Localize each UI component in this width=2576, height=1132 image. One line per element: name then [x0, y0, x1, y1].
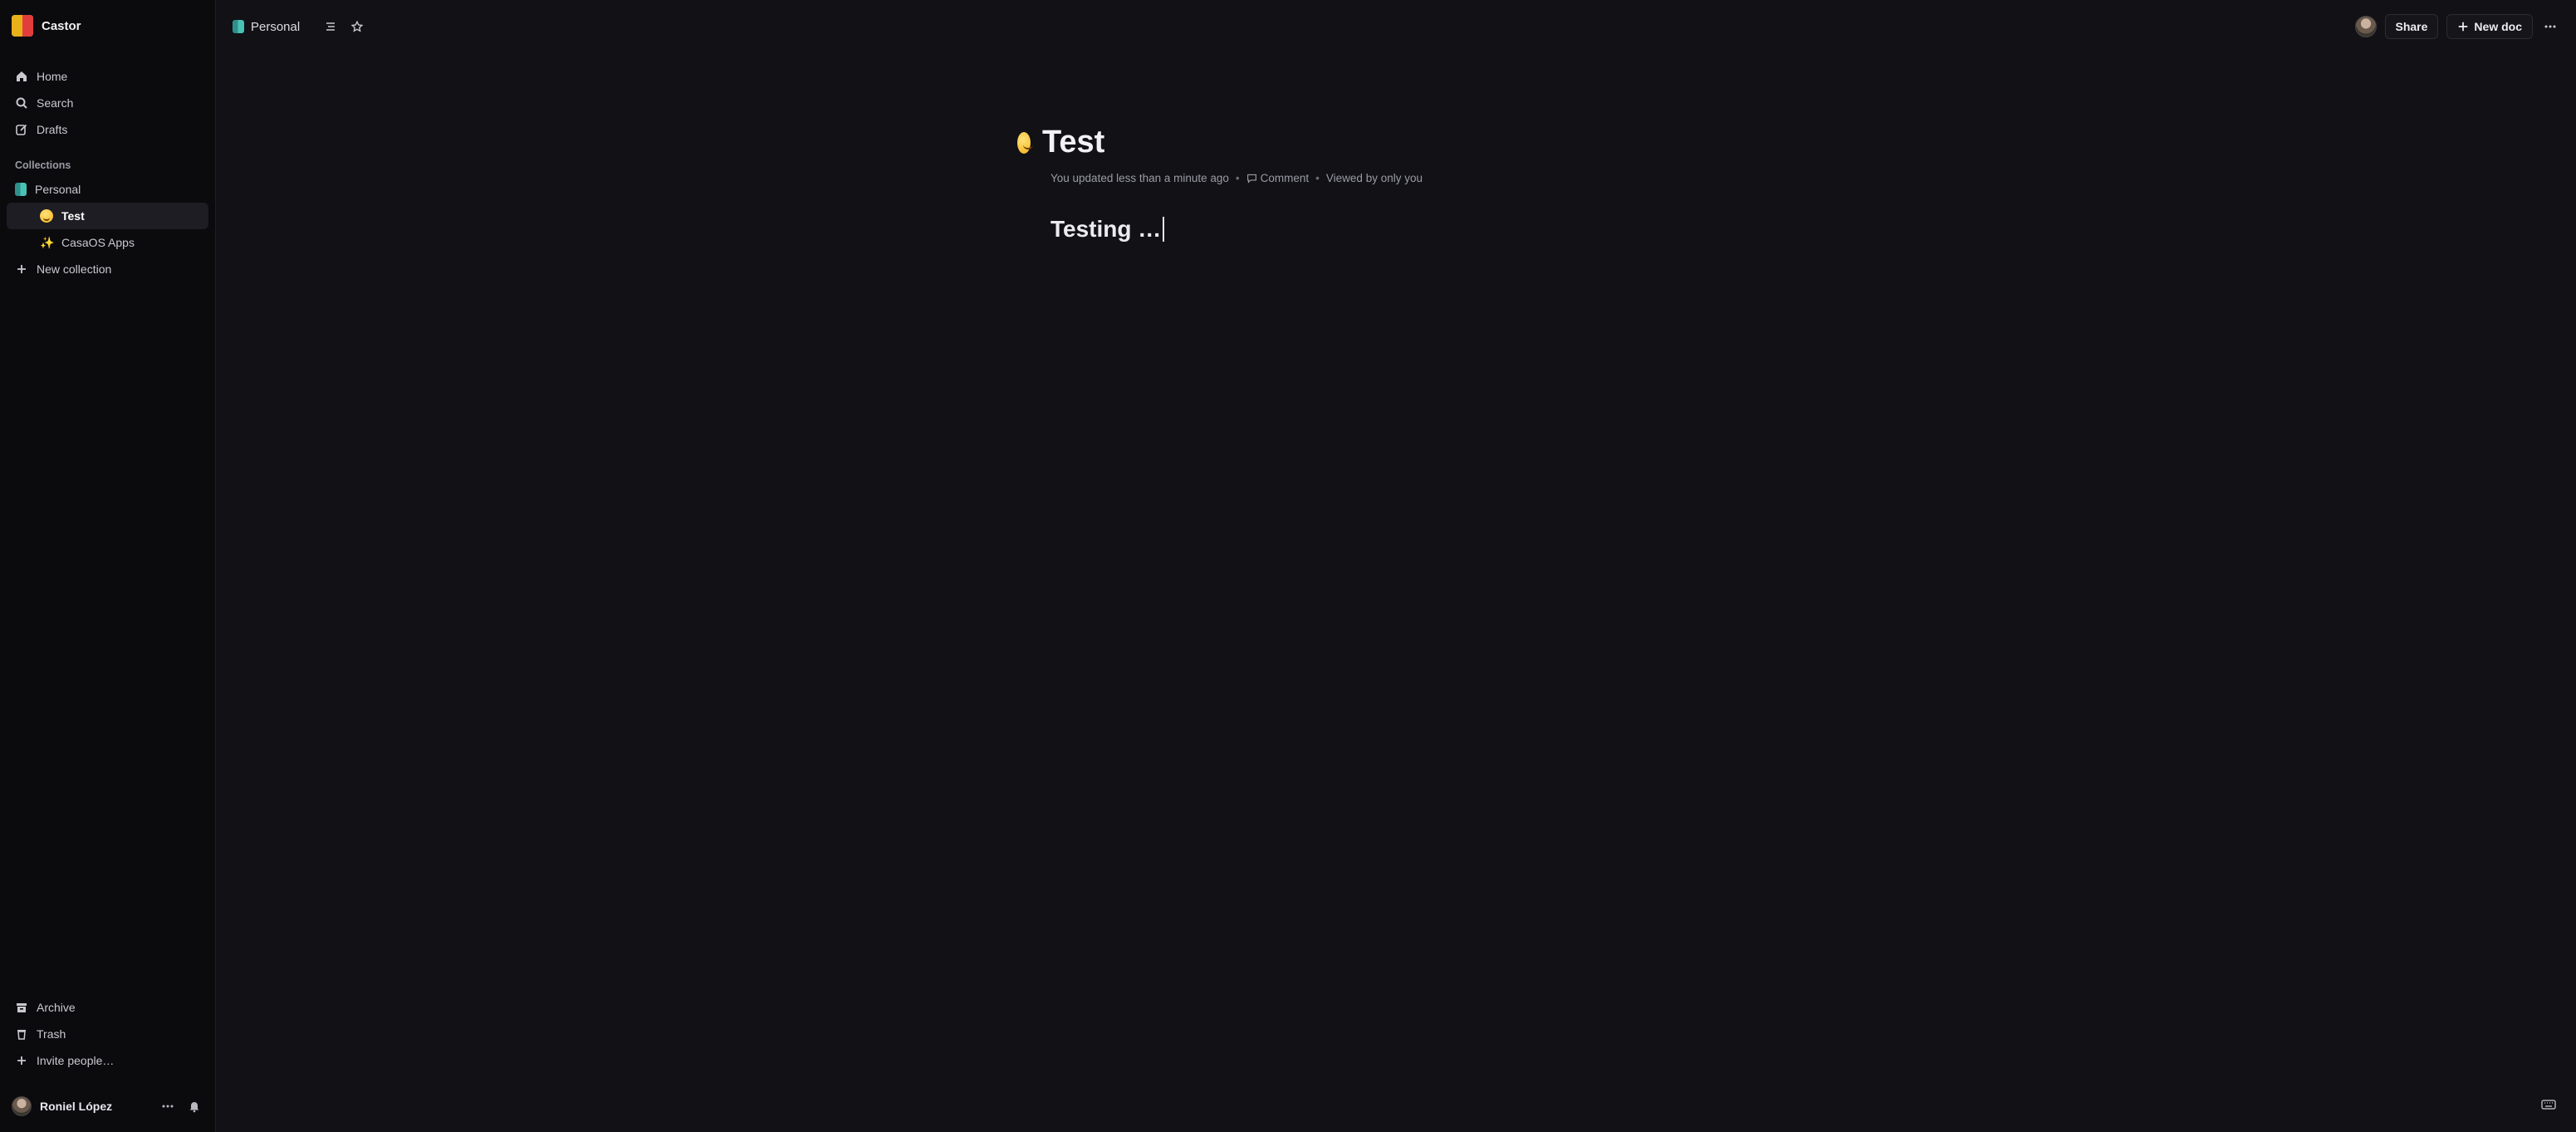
document: Test You updated less than a minute ago …	[1017, 125, 1715, 243]
doc-item-casaos-label: CasaOS Apps	[61, 236, 135, 249]
document-title-row: Test	[1017, 125, 1715, 160]
nav-home-label: Home	[37, 70, 68, 83]
plus-icon	[17, 265, 26, 273]
document-body[interactable]: Testing …	[1050, 216, 1715, 243]
home-icon	[17, 71, 27, 81]
star-icon[interactable]	[348, 17, 366, 36]
table-of-contents-icon[interactable]	[321, 17, 340, 36]
collections-list: Personal Test ✨ CasaOS Apps New collecti…	[0, 173, 215, 282]
doc-item-test[interactable]: Test	[7, 203, 208, 229]
collection-personal[interactable]: Personal	[7, 176, 208, 203]
search-icon	[16, 97, 27, 109]
share-button-label: Share	[2395, 20, 2428, 33]
topbar: Personal Share New doc	[216, 0, 2576, 53]
nav-invite-people[interactable]: Invite people…	[7, 1047, 208, 1074]
nav-search[interactable]: Search	[7, 90, 208, 116]
app-root: Castor Home Search Drafts Collections Pe…	[0, 0, 2576, 1132]
meta-separator: •	[1235, 172, 1240, 184]
nav-drafts[interactable]: Drafts	[7, 116, 208, 143]
nav-trash[interactable]: Trash	[7, 1021, 208, 1047]
more-icon[interactable]	[159, 1097, 177, 1115]
team-logo	[12, 15, 33, 37]
doc-actions	[321, 17, 366, 36]
avatar	[12, 1096, 32, 1116]
meta-separator: •	[1315, 172, 1320, 184]
comment-link[interactable]: Comment	[1246, 172, 1310, 184]
smiley-icon	[40, 209, 53, 223]
avatar[interactable]	[2354, 16, 2377, 37]
nav-search-label: Search	[37, 96, 74, 110]
nav-archive[interactable]: Archive	[7, 994, 208, 1021]
text-cursor	[1163, 217, 1165, 242]
sidebar: Castor Home Search Drafts Collections Pe…	[0, 0, 216, 1132]
nav-trash-label: Trash	[37, 1027, 66, 1041]
new-doc-button[interactable]: New doc	[2446, 14, 2533, 39]
team-switcher[interactable]: Castor	[0, 0, 215, 51]
main-nav: Home Search Drafts	[0, 51, 215, 143]
new-doc-button-label: New doc	[2474, 20, 2522, 33]
collection-icon	[15, 183, 27, 196]
comment-label: Comment	[1260, 172, 1310, 184]
sparkles-icon: ✨	[40, 235, 55, 249]
keyboard-icon[interactable]	[2539, 1095, 2558, 1114]
new-collection-button[interactable]: New collection	[7, 256, 208, 282]
sidebar-bottom-nav: Archive Trash Invite people…	[7, 994, 208, 1074]
document-title[interactable]: Test	[1042, 125, 1104, 160]
trash-icon	[17, 1030, 26, 1040]
nav-home[interactable]: Home	[7, 63, 208, 90]
team-name: Castor	[42, 18, 81, 33]
bell-icon[interactable]	[185, 1097, 203, 1115]
breadcrumb-collection: Personal	[251, 19, 301, 34]
collections-heading: Collections	[15, 159, 71, 171]
smiley-icon[interactable]	[1017, 131, 1033, 154]
nav-drafts-label: Drafts	[37, 123, 68, 136]
edit-icon	[16, 124, 27, 135]
nav-invite-label: Invite people…	[37, 1054, 115, 1067]
doc-item-test-label: Test	[61, 209, 85, 223]
comment-icon	[1246, 174, 1256, 184]
topbar-right: Share New doc	[2354, 14, 2560, 39]
nav-archive-label: Archive	[37, 1001, 76, 1014]
collection-personal-label: Personal	[35, 183, 81, 196]
share-button[interactable]: Share	[2384, 14, 2439, 39]
user-name: Roniel López	[40, 1100, 113, 1113]
new-collection-label: New collection	[37, 262, 112, 276]
main-content: Personal Share New doc Test You updated …	[216, 0, 2576, 1132]
collection-icon	[233, 20, 244, 33]
meta-updated: You updated less than a minute ago	[1050, 172, 1229, 184]
breadcrumb[interactable]: Personal	[233, 20, 300, 34]
plus-icon	[2459, 22, 2468, 32]
more-icon[interactable]	[2541, 17, 2559, 36]
doc-item-casaos-apps[interactable]: ✨ CasaOS Apps	[7, 229, 208, 256]
archive-icon	[17, 1003, 27, 1012]
document-body-heading: Testing …	[1050, 216, 1162, 242]
plus-icon	[17, 1056, 26, 1065]
meta-viewed[interactable]: Viewed by only you	[1326, 172, 1423, 184]
user-menu[interactable]: Roniel López	[0, 1081, 215, 1132]
document-meta: You updated less than a minute ago • Com…	[1050, 172, 1715, 184]
